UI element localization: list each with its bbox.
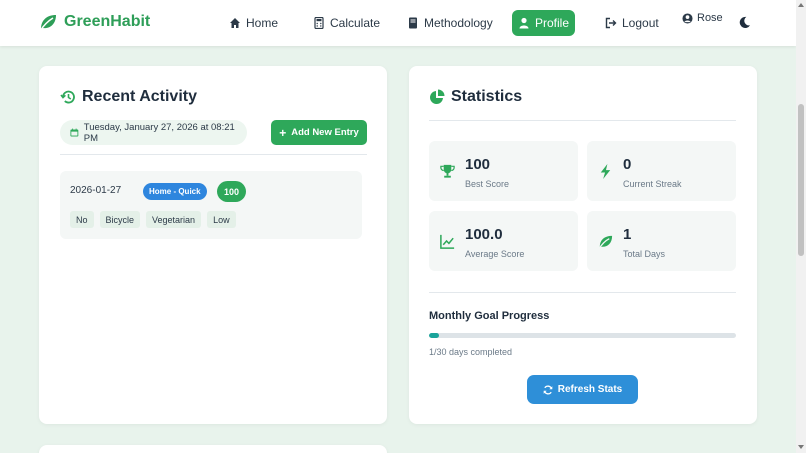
calculator-icon (314, 17, 324, 29)
statistics-title: Statistics (429, 88, 522, 106)
stat-value: 100.0 (465, 226, 503, 243)
stat-total-days: 1 Total Days (587, 211, 736, 271)
stat-best-score: 100 Best Score (429, 141, 578, 201)
stat-value: 100 (465, 156, 491, 173)
stat-label: Best Score (465, 179, 510, 189)
nav-methodology-label: Methodology (424, 16, 493, 30)
nav-user[interactable]: Rose (682, 12, 723, 24)
nav-calculate-label: Calculate (330, 16, 381, 30)
stat-value: 1 (623, 226, 632, 243)
entry-tag: Bicycle (99, 211, 141, 228)
scroll-up-arrow[interactable] (798, 3, 804, 7)
statistics-card: Statistics 100 Best Score 0 Current Stre… (409, 66, 757, 424)
leaf-icon (598, 235, 613, 250)
refresh-icon (543, 385, 553, 394)
navbar: GreenHabit Home Calculate Methodology Pr… (0, 0, 796, 46)
entry-tag: Vegetarian (146, 211, 202, 228)
entry-tag: No (70, 211, 94, 228)
activity-entry[interactable]: 2026-01-27 Home - Quick 100 No Bicycle V… (60, 171, 362, 239)
nav-methodology[interactable]: Methodology (407, 10, 493, 36)
nav-logout-label: Logout (622, 16, 659, 30)
scroll-down-arrow[interactable] (798, 445, 804, 449)
bolt-icon (600, 163, 611, 180)
goal-title: Monthly Goal Progress (429, 310, 550, 322)
stat-label: Average Score (465, 249, 525, 259)
recent-activity-title: Recent Activity (60, 88, 197, 106)
goal-progress-bar (429, 333, 736, 338)
pie-chart-icon (430, 89, 445, 104)
divider (429, 292, 736, 293)
stat-value: 0 (623, 156, 632, 173)
recent-activity-heading: Recent Activity (82, 88, 197, 105)
goal-progress-fill (429, 333, 440, 338)
plus-icon: + (279, 125, 287, 140)
user-circle-icon (682, 12, 693, 24)
moon-icon[interactable] (738, 16, 751, 29)
trophy-icon (440, 164, 455, 178)
entry-tag: Low (207, 211, 236, 228)
scroll-thumb[interactable] (798, 104, 804, 256)
nav-home[interactable]: Home (229, 10, 278, 36)
brand-logo[interactable]: GreenHabit (38, 12, 150, 32)
entry-score-badge: 100 (217, 181, 246, 202)
add-new-entry-label: Add New Entry (291, 127, 359, 138)
current-date-text: Tuesday, January 27, 2026 at 08:21 PM (83, 121, 235, 144)
chart-line-icon (440, 234, 455, 249)
logout-icon (605, 17, 617, 29)
stat-current-streak: 0 Current Streak (587, 141, 736, 201)
calendar-icon (70, 128, 79, 137)
statistics-heading: Statistics (451, 88, 523, 105)
nav-calculate[interactable]: Calculate (313, 10, 380, 36)
nav-home-label: Home (246, 16, 279, 30)
home-icon (230, 18, 240, 28)
divider (429, 120, 736, 121)
stat-average-score: 100.0 Average Score (429, 211, 578, 271)
recent-activity-card: Recent Activity Tuesday, January 27, 202… (39, 66, 387, 424)
book-icon (409, 17, 417, 29)
nav-profile[interactable]: Profile (512, 10, 575, 36)
scrollbar[interactable] (796, 0, 806, 453)
next-card (39, 445, 387, 453)
leaf-icon (39, 15, 56, 32)
entry-date: 2026-01-27 (70, 185, 122, 196)
divider (60, 154, 367, 155)
stat-label: Current Streak (623, 179, 682, 189)
goal-progress-text: 1/30 days completed (429, 347, 513, 357)
history-icon (60, 90, 75, 104)
entry-tags: No Bicycle Vegetarian Low (70, 211, 242, 228)
entry-type-badge: Home - Quick (143, 183, 207, 200)
refresh-stats-label: Refresh Stats (557, 384, 623, 395)
nav-logout[interactable]: Logout (605, 10, 659, 36)
add-new-entry-button[interactable]: + Add New Entry (271, 120, 367, 145)
nav-username: Rose (697, 12, 723, 24)
brand-name: GreenHabit (64, 13, 151, 30)
user-icon (519, 17, 529, 29)
nav-profile-label: Profile (534, 16, 569, 30)
refresh-stats-button[interactable]: Refresh Stats (527, 375, 638, 404)
current-date: Tuesday, January 27, 2026 at 08:21 PM (60, 120, 247, 145)
stat-label: Total Days (623, 249, 666, 259)
